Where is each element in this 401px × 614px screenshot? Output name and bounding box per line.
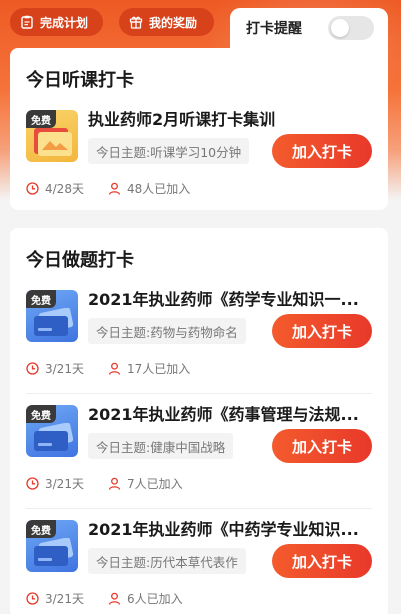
complete-plan-button[interactable]: 完成计划	[10, 8, 103, 36]
folder-image-icon	[34, 128, 72, 156]
course-thumbnail: 免费	[26, 290, 78, 342]
joined-count: 6人已加入	[108, 590, 183, 607]
progress-days: 3/21天	[26, 590, 84, 607]
today-topic: 今日主题:历代本草代表作	[88, 548, 246, 574]
free-badge: 免费	[26, 290, 56, 308]
person-icon	[108, 477, 121, 490]
complete-plan-label: 完成计划	[40, 15, 89, 30]
today-topic: 今日主题:听课学习10分钟	[88, 138, 250, 164]
clock-icon	[26, 362, 39, 375]
progress-days: 3/21天	[26, 475, 84, 492]
checkin-reminder-label: 打卡提醒	[246, 21, 302, 37]
checkin-reminder-toggle[interactable]	[328, 16, 374, 40]
course-title: 2021年执业药师《中药学专业知识...	[88, 520, 359, 539]
person-icon	[108, 592, 121, 605]
joined-count-text: 48人已加入	[127, 182, 191, 196]
person-icon	[108, 182, 121, 195]
course-thumbnail: 免费	[26, 110, 78, 162]
progress-days: 3/21天	[26, 360, 84, 377]
my-reward-button[interactable]: 我的奖励	[119, 8, 214, 36]
joined-count-text: 6人已加入	[127, 592, 183, 606]
listen-section-title: 今日听课打卡	[26, 70, 134, 91]
divider	[26, 393, 372, 394]
listen-checkin-card: 今日听课打卡 免费 执业药师2月听课打卡集训 今日主题:听课学习10分钟 加入打…	[10, 48, 388, 210]
my-reward-label: 我的奖励	[149, 15, 198, 30]
free-badge: 免费	[26, 520, 56, 538]
gift-icon	[129, 16, 143, 29]
credit-card-icon	[34, 538, 74, 566]
join-checkin-button[interactable]: 加入打卡	[272, 134, 372, 168]
credit-card-icon	[34, 423, 74, 451]
free-badge: 免费	[26, 110, 56, 128]
credit-card-icon	[34, 308, 74, 336]
join-checkin-button[interactable]: 加入打卡	[272, 314, 372, 348]
join-checkin-button[interactable]: 加入打卡	[272, 544, 372, 578]
list-item[interactable]: 免费 2021年执业药师《药事管理与法规... 今日主题:健康中国战略 加入打卡…	[10, 395, 388, 509]
progress-days: 4/28天	[26, 180, 84, 197]
joined-count: 48人已加入	[108, 180, 190, 197]
question-checkin-card: 今日做题打卡 免费 2021年执业药师《药学专业知识一... 今日主题:药物与药…	[10, 228, 388, 614]
person-icon	[108, 362, 121, 375]
list-item[interactable]: 免费 执业药师2月听课打卡集训 今日主题:听课学习10分钟 加入打卡 4/28天…	[10, 100, 388, 200]
list-item[interactable]: 免费 2021年执业药师《药学专业知识一... 今日主题:药物与药物命名 加入打…	[10, 280, 388, 394]
free-badge: 免费	[26, 405, 56, 423]
join-checkin-button[interactable]: 加入打卡	[272, 429, 372, 463]
course-thumbnail: 免费	[26, 520, 78, 572]
course-title: 2021年执业药师《药学专业知识一...	[88, 290, 359, 309]
joined-count: 7人已加入	[108, 475, 183, 492]
toggle-knob	[331, 19, 349, 37]
today-topic: 今日主题:健康中国战略	[88, 433, 234, 459]
divider	[26, 508, 372, 509]
clock-icon	[26, 592, 39, 605]
joined-count-text: 17人已加入	[127, 362, 191, 376]
progress-days-text: 3/21天	[45, 362, 84, 376]
checkin-reminder-panel: 打卡提醒	[230, 8, 388, 48]
progress-days-text: 4/28天	[45, 182, 84, 196]
progress-days-text: 3/21天	[45, 592, 84, 606]
clipboard-icon	[21, 15, 33, 29]
today-topic: 今日主题:药物与药物命名	[88, 318, 246, 344]
clock-icon	[26, 182, 39, 195]
course-title: 执业药师2月听课打卡集训	[88, 110, 276, 129]
joined-count-text: 7人已加入	[127, 477, 183, 491]
joined-count: 17人已加入	[108, 360, 190, 377]
course-title: 2021年执业药师《药事管理与法规...	[88, 405, 359, 424]
question-section-title: 今日做题打卡	[26, 250, 134, 271]
course-thumbnail: 免费	[26, 405, 78, 457]
progress-days-text: 3/21天	[45, 477, 84, 491]
clock-icon	[26, 477, 39, 490]
list-item[interactable]: 免费 2021年执业药师《中药学专业知识... 今日主题:历代本草代表作 加入打…	[10, 510, 388, 614]
